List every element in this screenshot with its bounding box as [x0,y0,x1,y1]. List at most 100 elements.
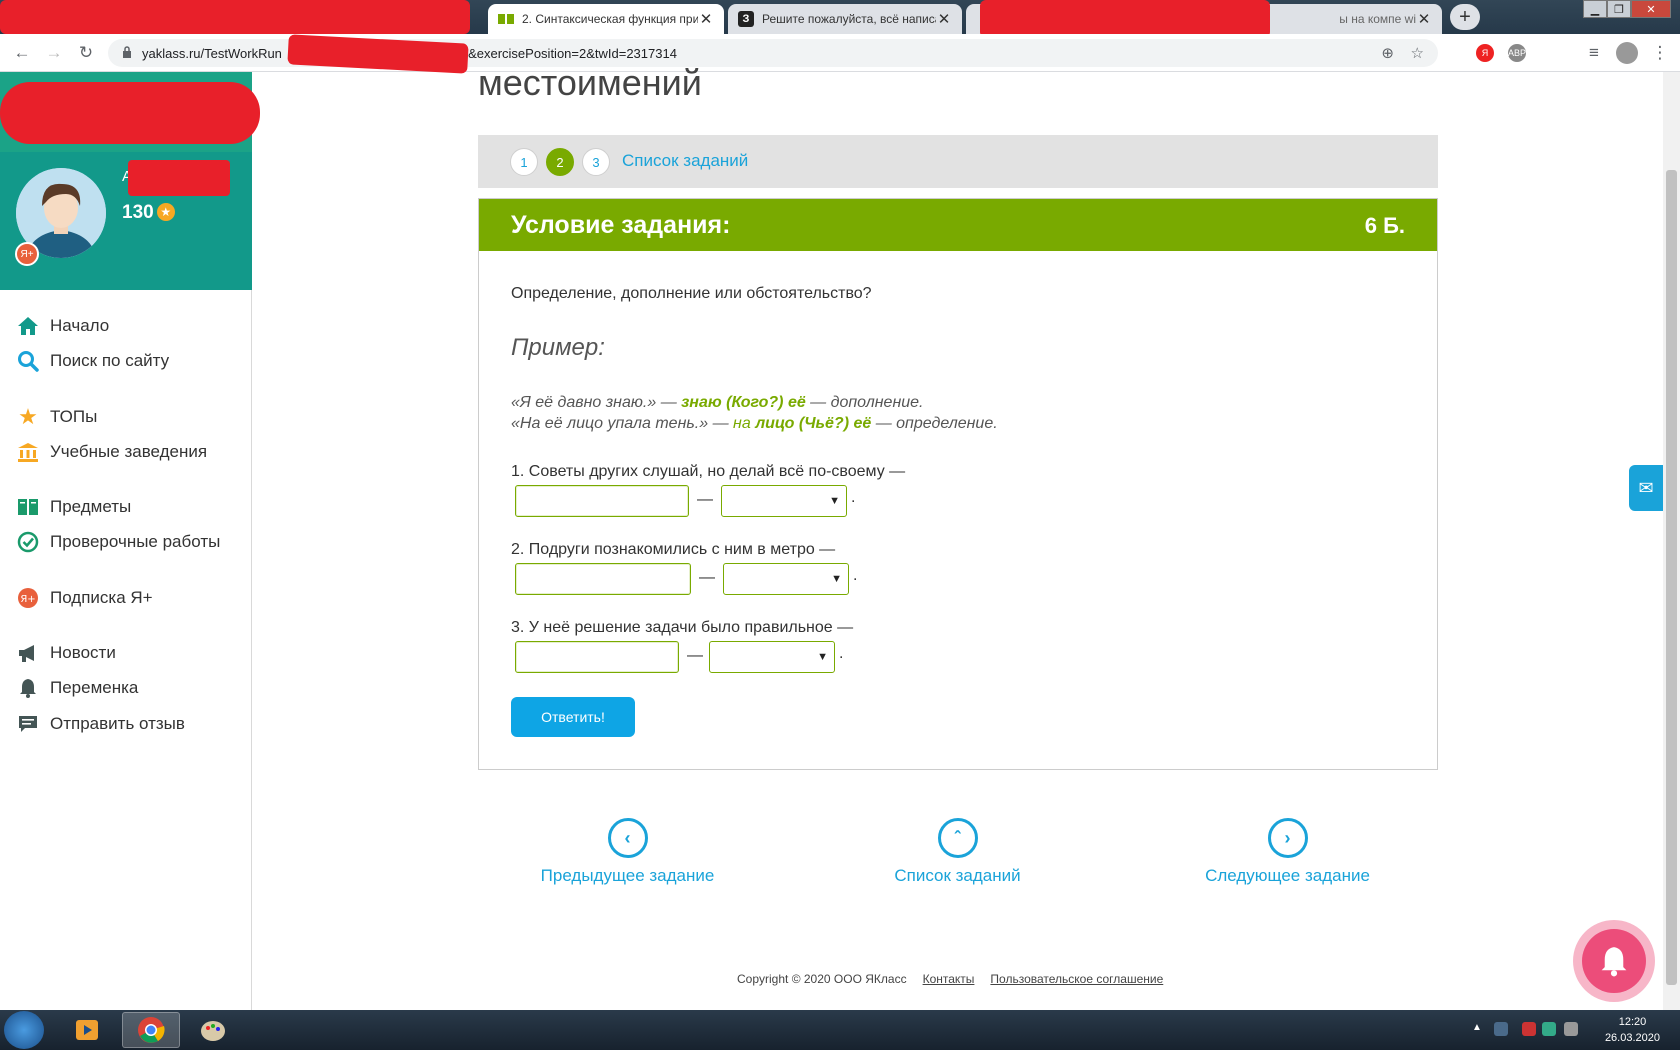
books-icon [16,495,40,519]
address-bar[interactable]: yaklass.ru/TestWorkRun 99707&exercisePosi… [108,34,1438,74]
sidebar-item-label: Новости [50,643,116,662]
example-highlight: лицо (Чьё?) её [755,415,872,432]
sidebar-item-label: ТОПы [50,407,98,426]
clock-time: 12:20 [1618,1016,1647,1028]
sidebar-item-label: Проверочные работы [50,532,221,551]
close-tab-icon[interactable]: ✕ [698,10,714,28]
submit-answer-button[interactable]: Ответить! [511,697,635,737]
copyright-text: Copyright © 2020 ООО ЯКласс [737,972,907,986]
tab-title: Решите пожалуйста, всё написа [762,12,936,26]
period: . [853,567,858,584]
period: . [839,645,844,662]
bookmark-star-icon[interactable]: ☆ [1411,44,1424,62]
redaction-mark [0,0,470,34]
yandex-extension-icon[interactable]: Я [1476,44,1494,62]
user-agreement-link[interactable]: Пользовательское соглашение [990,972,1163,986]
tray-expand-icon[interactable]: ▲ [1472,1022,1482,1033]
member-type-select-2[interactable]: ▼ [723,563,849,595]
example-line-2: «На её лицо упала тень.» — на лицо (Чьё?… [511,415,998,433]
step-2-current[interactable]: 2 [546,148,574,176]
flag-tray-icon[interactable] [1522,1022,1536,1036]
member-type-select-1[interactable]: ▼ [721,485,847,517]
reading-list-icon[interactable]: ≡ [1584,43,1604,63]
sidebar-item-feedback[interactable]: Отправить отзыв [16,711,185,737]
scrollbar-thumb[interactable] [1666,170,1677,985]
sidebar-item-break[interactable]: Переменка [16,675,138,701]
next-task-link[interactable]: › Следующее задание [1205,818,1370,886]
clock-date: 26.03.2020 [1604,1032,1660,1044]
mail-icon[interactable]: ✉ [1629,465,1663,511]
step-3[interactable]: 3 [582,148,610,176]
question-item-1: 1. Советы других слушай, но делай всё по… [511,463,906,480]
task-question: Определение, дополнение или обстоятельст… [511,285,872,302]
redaction-mark [980,0,1270,38]
example-text: — дополнение. [805,394,924,411]
windows-start-icon[interactable] [4,1011,44,1049]
example-text: «На её лицо упала тень.» — [511,415,734,432]
dropdown-arrow-icon: ▼ [817,651,828,663]
sidebar-item-subjects[interactable]: Предметы [16,494,131,520]
maximize-window-button[interactable]: ❐ [1607,0,1631,18]
task-list-bottom-link[interactable]: ˆ Список заданий [885,818,1030,886]
task-card-header: Условие задания: 6 Б. [479,199,1437,251]
close-window-button[interactable]: ✕ [1631,0,1671,18]
tab-znanija[interactable]: З Решите пожалуйста, всё написа ✕ [728,4,962,34]
minimize-window-button[interactable]: ▁ [1583,0,1607,18]
adblock-extension-icon[interactable]: ABP [1508,44,1526,62]
reload-icon[interactable]: ↻ [76,43,96,63]
chevron-left-icon: ‹ [607,818,648,858]
sidebar-item-search[interactable]: Поиск по сайту [16,348,169,374]
steam-tray-icon[interactable] [1494,1022,1508,1036]
task-list-link[interactable]: Список заданий [622,151,748,171]
sidebar: Я+ А 130 ★ Мой профиль ⇥ Выйти Начало Поис… [0,72,260,1010]
logout-label: Выйти [139,328,187,344]
network-tray-icon[interactable] [1564,1022,1578,1036]
site-logo-area[interactable] [0,72,260,152]
points-value: 130 [122,202,154,223]
paint-taskbar-icon[interactable] [184,1012,242,1048]
sidebar-item-tops[interactable]: ★ ТОПы [16,404,97,430]
chrome-taskbar-icon[interactable] [122,1012,180,1048]
close-tab-icon[interactable]: ✕ [936,10,952,28]
forward-arrow-icon[interactable]: → [44,43,64,63]
contacts-link[interactable]: Контакты [923,972,975,986]
sidebar-item-tests[interactable]: Проверочные работы [16,529,220,555]
task-steps-bar: 1 2 3 Список заданий [478,135,1438,188]
answer-word-input-3[interactable] [515,641,679,673]
close-tab-icon[interactable]: ✕ [1416,10,1432,28]
question-item-3: 3. У неё решение задачи было правильное … [511,619,854,636]
answer-word-input-1[interactable] [515,485,689,517]
example-highlight-light: на [733,415,756,432]
sidebar-item-news[interactable]: Новости [16,640,116,666]
sidebar-item-label: Подписка Я+ [50,588,153,607]
znanija-favicon-icon: З [738,11,754,27]
task-condition-title: Условие задания: [511,211,731,239]
logout-link[interactable]: ⇥ Выйти [122,328,186,344]
media-player-taskbar-icon[interactable] [58,1012,116,1048]
my-profile-link[interactable]: Мой профиль [122,304,240,320]
my-profile-label: Мой профиль [143,304,240,320]
question-item-2: 2. Подруги познакомились с ним в метро — [511,541,836,558]
back-arrow-icon[interactable]: ← [12,43,32,63]
zoom-icon[interactable]: ⊕ [1381,44,1394,62]
previous-task-link[interactable]: ‹ Предыдущее задание [540,818,715,886]
member-type-select-3[interactable]: ▼ [709,641,835,673]
tab-active[interactable]: 2. Синтаксическая функция при ✕ [488,4,724,34]
step-1[interactable]: 1 [510,148,538,176]
skype-tray-icon[interactable] [1542,1022,1556,1036]
system-clock[interactable]: 12:20 26.03.2020 [1605,1014,1660,1046]
new-tab-button[interactable]: + [1450,4,1480,30]
sidebar-item-subscription[interactable]: Я+ Подписка Я+ [16,585,153,611]
sidebar-item-institutions[interactable]: Учебные заведения [16,439,207,465]
profile-avatar-icon[interactable] [1616,42,1638,64]
points-star-icon: ★ [156,203,175,221]
answer-word-input-2[interactable] [515,563,691,595]
notifications-button[interactable] [1573,920,1655,1002]
dash-separator: — [697,491,713,508]
feedback-icon [16,712,40,736]
star-icon: ★ [18,404,38,429]
menu-dots-icon[interactable]: ⋮ [1650,43,1670,63]
example-text: «Я её давно знаю.» — [511,394,682,411]
sidebar-item-home[interactable]: Начало [16,313,109,339]
period: . [851,489,856,506]
